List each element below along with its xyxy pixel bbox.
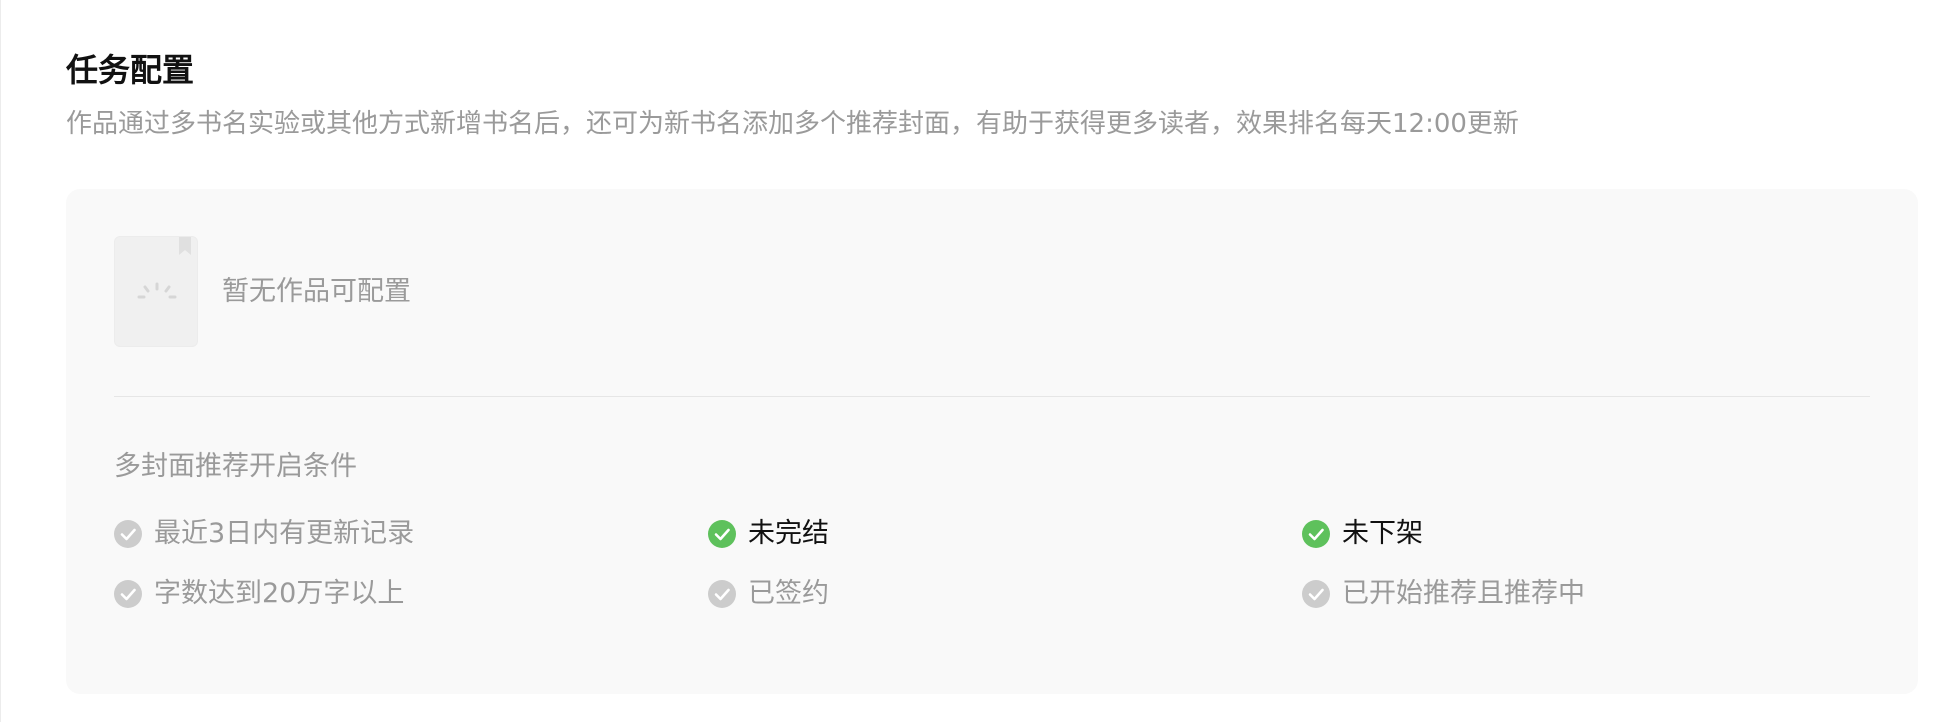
condition-label: 字数达到20万字以上	[154, 578, 405, 609]
book-placeholder-icon	[114, 236, 198, 347]
empty-state: 暂无作品可配置	[114, 236, 411, 347]
condition-item-signed: 已签约	[708, 574, 829, 614]
empty-state-text: 暂无作品可配置	[222, 275, 411, 307]
task-config-page: 任务配置 作品通过多书名实验或其他方式新增书名后，还可为新书名添加多个推荐封面，…	[0, 0, 1943, 722]
condition-label: 已开始推荐且推荐中	[1342, 578, 1585, 609]
check-circle-icon	[114, 580, 142, 608]
condition-item-recent-update: 最近3日内有更新记录	[114, 514, 414, 554]
divider	[114, 396, 1870, 397]
check-circle-icon	[708, 580, 736, 608]
check-circle-icon	[1302, 580, 1330, 608]
section-title: 任务配置	[66, 51, 195, 89]
condition-label: 未下架	[1342, 518, 1423, 549]
condition-item-word-count: 字数达到20万字以上	[114, 574, 404, 614]
condition-item-unfinished: 未完结	[708, 514, 829, 554]
condition-label: 已签约	[748, 578, 829, 609]
config-panel: 暂无作品可配置 多封面推荐开启条件 最近3日内有更新记录 未完结 未下架 字数达…	[66, 189, 1918, 694]
condition-item-recommending: 已开始推荐且推荐中	[1302, 574, 1585, 614]
condition-item-not-delisted: 未下架	[1302, 514, 1423, 554]
conditions-title: 多封面推荐开启条件	[114, 451, 357, 482]
section-header: 任务配置 作品通过多书名实验或其他方式新增书名后，还可为新书名添加多个推荐封面，…	[66, 48, 1903, 144]
section-description: 作品通过多书名实验或其他方式新增书名后，还可为新书名添加多个推荐封面，有助于获得…	[66, 109, 1519, 139]
check-circle-icon	[1302, 520, 1330, 548]
condition-label: 未完结	[748, 518, 829, 549]
check-circle-icon	[708, 520, 736, 548]
condition-label: 最近3日内有更新记录	[154, 518, 415, 549]
check-circle-icon	[114, 520, 142, 548]
